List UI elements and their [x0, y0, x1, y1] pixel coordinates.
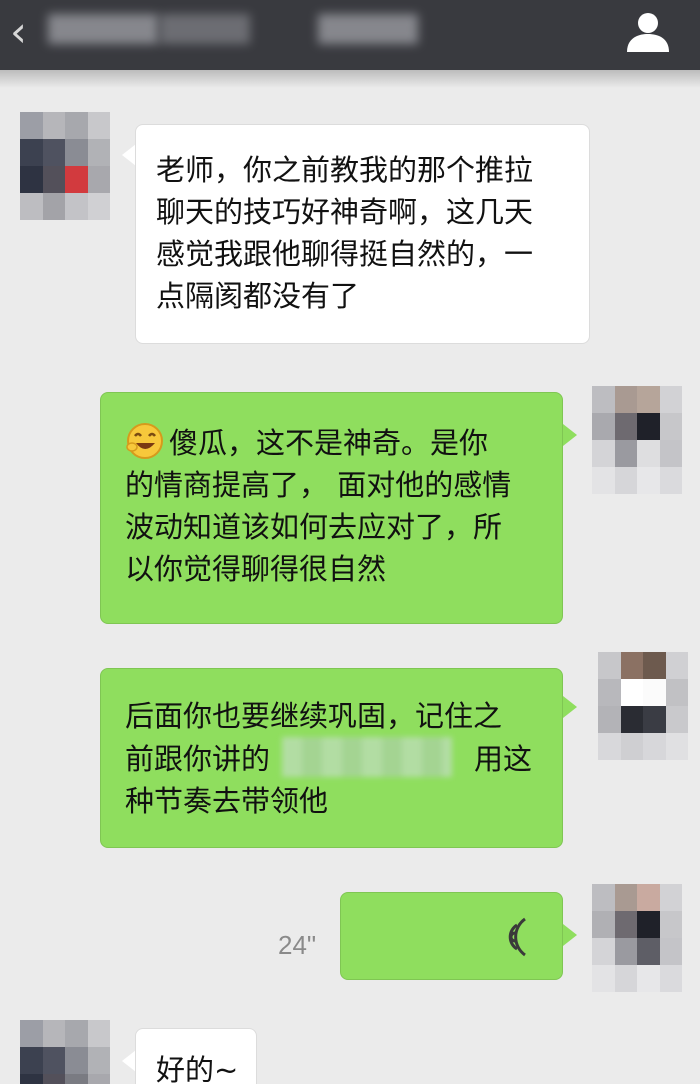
message-line: 好的~	[156, 1053, 239, 1084]
message-line: 用这	[474, 742, 533, 776]
message-line: 以你觉得聊得很自然	[125, 552, 387, 586]
message-line: 的情商提高了， 面对他的感情	[125, 468, 512, 502]
message-bubble-sent[interactable]: 后面你也要继续巩固，记住之 前跟你讲的 用这 种节奏去带领他	[100, 668, 563, 848]
voice-wave-icon	[508, 917, 526, 957]
message-line-with-emoji: 傻瓜，这不是神奇。是你	[125, 421, 511, 464]
person-icon[interactable]	[624, 10, 672, 54]
contact-name-blurred	[48, 14, 158, 44]
message-line: 后面你也要继续巩固，记住之	[125, 699, 503, 733]
top-navigation-bar: ‹	[0, 0, 700, 70]
message-line: 点隔阂都没有了	[156, 279, 360, 313]
bubble-tail	[563, 696, 577, 718]
avatar[interactable]	[20, 112, 110, 220]
voice-duration: 24"	[278, 930, 317, 960]
message-line: 前跟你讲的	[125, 742, 271, 776]
bubble-tail	[563, 424, 577, 446]
bubble-tail	[122, 1050, 136, 1072]
message-bubble-received[interactable]: 老师，你之前教我的那个推拉 聊天的技巧好神奇啊，这几天 感觉我跟他聊得挺自然的，…	[135, 124, 590, 344]
message-line: 感觉我跟他聊得挺自然的，一	[156, 237, 534, 271]
bubble-tail	[563, 924, 577, 946]
chevron-left-icon[interactable]: ‹	[10, 11, 44, 53]
message-line: 种节奏去带领他	[125, 784, 329, 818]
contact-name-blurred	[318, 14, 418, 44]
message-line: 聊天的技巧好神奇啊，这几天	[156, 195, 534, 229]
avatar[interactable]	[592, 884, 682, 992]
bubble-tail	[122, 144, 136, 166]
message-bubble-received[interactable]: 好的~	[135, 1028, 257, 1084]
topbar-shadow	[0, 70, 700, 88]
redacted-text	[282, 737, 453, 777]
avatar[interactable]	[20, 1020, 110, 1084]
message-bubble-sent[interactable]: 傻瓜，这不是神奇。是你 的情商提高了， 面对他的感情 波动知道该如何去应对了，所…	[100, 392, 563, 624]
message-line: 老师，你之前教我的那个推拉	[156, 153, 534, 187]
grinning-face-emoji-icon	[126, 423, 163, 459]
avatar[interactable]	[592, 386, 682, 494]
avatar[interactable]	[598, 652, 688, 760]
message-line: 傻瓜，这不是神奇。是你	[169, 426, 489, 460]
message-line: 波动知道该如何去应对了，所	[125, 510, 503, 544]
contact-name-blurred	[160, 14, 250, 44]
voice-message-bubble[interactable]	[340, 892, 563, 980]
message-line-with-redaction: 前跟你讲的 用这	[125, 737, 532, 780]
